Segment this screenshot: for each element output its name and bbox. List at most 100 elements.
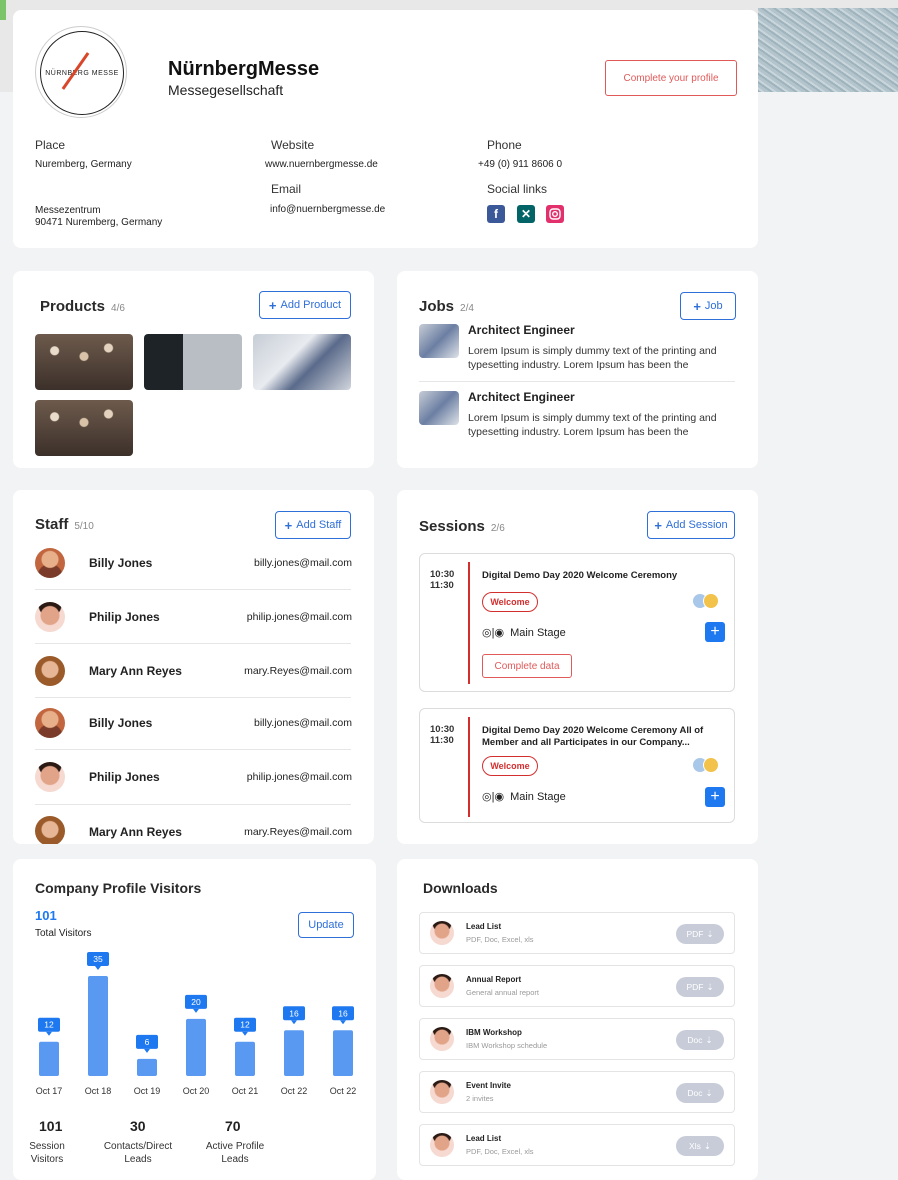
staff-name[interactable]: Billy Jones xyxy=(89,556,152,570)
website-link[interactable]: www.nuernbergmesse.de xyxy=(265,159,378,171)
instagram-icon[interactable] xyxy=(546,205,564,223)
complete-data-button[interactable]: Complete data xyxy=(482,654,572,678)
session-item[interactable]: 10:30 11:30 Digital Demo Day 2020 Welcom… xyxy=(419,708,735,823)
add-session-button[interactable]: + Add Session xyxy=(647,511,735,539)
staff-name[interactable]: Mary Ann Reyes xyxy=(89,664,182,678)
job-thumbnail xyxy=(419,324,459,358)
chart-value-label: 16 xyxy=(338,1008,348,1018)
download-item[interactable]: Annual Report General annual report PDF ⇣ xyxy=(419,965,735,1007)
visitors-card: Company Profile Visitors 101 Total Visit… xyxy=(13,859,376,1180)
chart-value-label: 12 xyxy=(44,1020,54,1030)
session-end-time: 11:30 xyxy=(430,580,454,591)
download-icon: ⇣ xyxy=(706,981,714,992)
chart-bar xyxy=(88,976,108,1076)
location-icon: ◎|◉ xyxy=(482,791,505,803)
attendee-avatar xyxy=(703,757,719,773)
session-stage: ◎|◉ Main Stage xyxy=(482,790,566,804)
session-tag: Welcome xyxy=(482,592,538,612)
chart-bar xyxy=(186,1018,206,1076)
avatar xyxy=(430,1080,454,1104)
download-item[interactable]: IBM Workshop IBM Workshop schedule Doc ⇣ xyxy=(419,1018,735,1060)
session-title: Digital Demo Day 2020 Welcome Ceremony xyxy=(482,570,678,581)
download-icon: ⇣ xyxy=(705,1087,713,1098)
product-image-2[interactable] xyxy=(144,334,242,390)
staff-email[interactable]: mary.Reyes@mail.com xyxy=(192,665,352,677)
job-title[interactable]: Architect Engineer xyxy=(468,390,575,404)
divider xyxy=(35,697,351,698)
email-link[interactable]: info@nuernbergmesse.de xyxy=(270,204,385,216)
jobs-count: 2/4 xyxy=(460,303,474,314)
chart-value-label: 6 xyxy=(145,1037,150,1047)
session-title: Digital Demo Day 2020 Welcome Ceremony A… xyxy=(482,725,704,748)
chart-tick-label: Oct 21 xyxy=(232,1086,259,1096)
staff-email[interactable]: philip.jones@mail.com xyxy=(192,611,352,623)
download-button[interactable]: Xls ⇣ xyxy=(676,1136,724,1156)
avatar xyxy=(430,974,454,998)
chart-value-label-pointer xyxy=(95,966,101,970)
chart-value-label-pointer xyxy=(46,1031,52,1036)
staff-email[interactable]: billy.jones@mail.com xyxy=(192,717,352,729)
avatar xyxy=(35,602,65,632)
background-accent xyxy=(0,0,6,20)
avatar xyxy=(35,708,65,738)
download-button[interactable]: PDF ⇣ xyxy=(676,977,724,997)
staff-email[interactable]: philip.jones@mail.com xyxy=(192,771,352,783)
stat-value: 30 xyxy=(130,1118,146,1134)
chart-bar xyxy=(333,1030,353,1076)
add-to-session-button[interactable]: + xyxy=(705,622,725,642)
add-to-session-button[interactable]: + xyxy=(705,787,725,807)
download-button[interactable]: Doc ⇣ xyxy=(676,1083,724,1103)
facebook-icon[interactable]: f xyxy=(487,205,505,223)
job-title[interactable]: Architect Engineer xyxy=(468,323,575,337)
downloads-card: Downloads Lead List PDF, Doc, Excel, xls… xyxy=(397,859,758,1180)
job-thumbnail xyxy=(419,391,459,425)
download-subtitle: 2 invites xyxy=(466,1094,494,1103)
staff-email[interactable]: billy.jones@mail.com xyxy=(192,557,352,569)
add-staff-button[interactable]: + Add Staff xyxy=(275,511,351,539)
complete-profile-button[interactable]: Complete your profile xyxy=(605,60,737,96)
product-image-3[interactable] xyxy=(253,334,351,390)
location-icon: ◎|◉ xyxy=(482,627,505,639)
company-subtitle: Messegesellschaft xyxy=(168,82,284,98)
download-button[interactable]: Doc ⇣ xyxy=(676,1030,724,1050)
chart-value-label: 35 xyxy=(93,954,103,964)
staff-name[interactable]: Mary Ann Reyes xyxy=(89,825,182,839)
chart-bar xyxy=(284,1030,304,1076)
chart-value-label: 16 xyxy=(289,1008,299,1018)
staff-name[interactable]: Philip Jones xyxy=(89,610,160,624)
phone-label: Phone xyxy=(487,138,522,152)
products-count: 4/6 xyxy=(111,303,125,314)
add-product-button[interactable]: + Add Product xyxy=(259,291,351,319)
stage-name: Main Stage xyxy=(510,790,566,803)
download-item[interactable]: Lead List PDF, Doc, Excel, xls PDF ⇣ xyxy=(419,912,735,954)
staff-email[interactable]: mary.Reyes@mail.com xyxy=(192,826,352,838)
session-start-time: 10:30 xyxy=(430,569,455,580)
update-button[interactable]: Update xyxy=(298,912,354,938)
chart-value-label: 12 xyxy=(240,1020,250,1030)
download-subtitle: PDF, Doc, Excel, xls xyxy=(466,935,534,944)
chart-bar xyxy=(235,1041,255,1076)
sessions-card: Sessions 2/6 + Add Session 10:30 11:30 Dig… xyxy=(397,490,758,844)
divider xyxy=(35,749,351,750)
attendee-avatar xyxy=(703,593,719,609)
xing-icon[interactable]: ✕ xyxy=(517,205,535,223)
session-item[interactable]: 10:30 11:30 Digital Demo Day 2020 Welcom… xyxy=(419,553,735,692)
download-icon: ⇣ xyxy=(703,1140,711,1151)
download-icon: ⇣ xyxy=(706,928,714,939)
chart-tick-label: Oct 22 xyxy=(330,1086,357,1096)
avatar xyxy=(430,1133,454,1157)
download-subtitle: General annual report xyxy=(466,988,539,997)
product-image-4[interactable] xyxy=(35,400,133,456)
divider xyxy=(35,643,351,644)
staff-title: Staff 5/10 xyxy=(35,516,94,533)
staff-name[interactable]: Philip Jones xyxy=(89,770,160,784)
download-item[interactable]: Lead List PDF, Doc, Excel, xls Xls ⇣ xyxy=(419,1124,735,1166)
session-end-time: 11:30 xyxy=(430,735,454,746)
stat-value: 70 xyxy=(225,1118,241,1134)
product-image-1[interactable] xyxy=(35,334,133,390)
add-job-button[interactable]: + Job xyxy=(680,292,736,320)
download-item[interactable]: Event Invite 2 invites Doc ⇣ xyxy=(419,1071,735,1113)
chart-tick-label: Oct 18 xyxy=(85,1086,112,1096)
download-button[interactable]: PDF ⇣ xyxy=(676,924,724,944)
staff-name[interactable]: Billy Jones xyxy=(89,716,152,730)
